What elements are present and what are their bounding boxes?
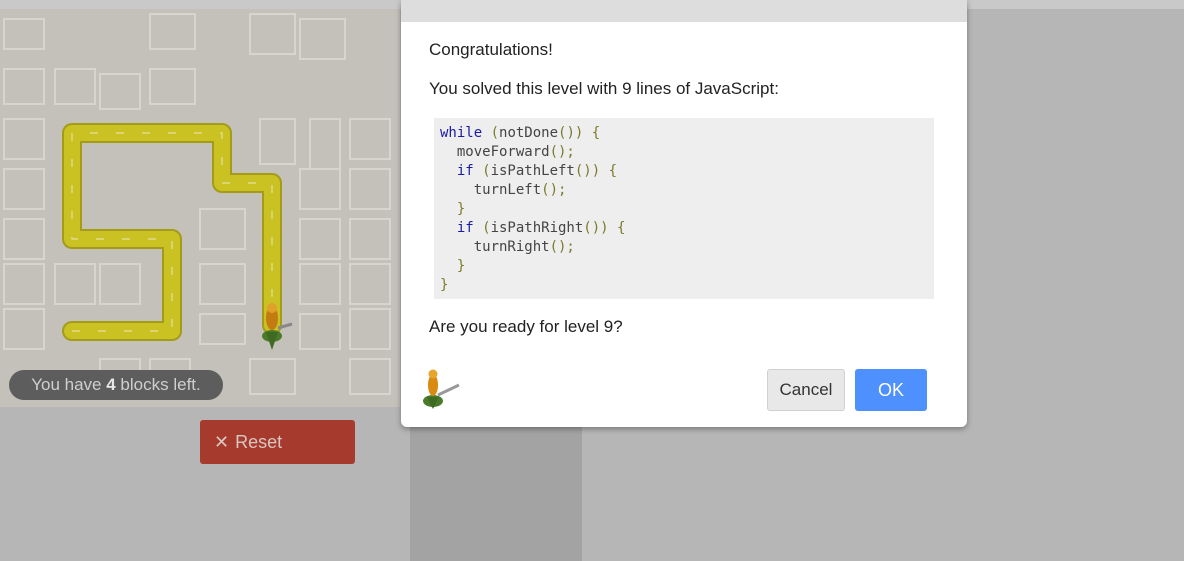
blocks-left-prefix: You have [31, 375, 107, 394]
code-punct: ()) { [574, 163, 618, 179]
code-punct: ( [473, 220, 491, 236]
blocks-left-count: 4 [106, 375, 116, 394]
code-punct: (); [541, 182, 567, 198]
code-keyword: if [456, 220, 474, 236]
solved-text: You solved this level with 9 lines of Ja… [429, 79, 779, 98]
code-keyword: if [456, 163, 474, 179]
code-keyword: while [440, 125, 483, 141]
reset-button[interactable]: ✕ Reset [200, 420, 355, 464]
code-line: } [440, 276, 928, 295]
code-function: turnLeft [473, 182, 542, 198]
code-line: } [440, 200, 928, 219]
code-punct: ( [482, 125, 500, 141]
code-line: while (notDone()) { [440, 124, 928, 143]
code-punct: } [440, 277, 449, 293]
code-function: turnRight [473, 239, 550, 255]
code-punct: (); [549, 144, 575, 160]
close-icon: ✕ [214, 432, 230, 452]
code-line: turnLeft(); [440, 181, 928, 200]
pegman-icon [423, 369, 460, 409]
congrats-text: Congratulations! [429, 40, 553, 59]
code-line: if (isPathRight()) { [440, 219, 928, 238]
ok-button[interactable]: OK [855, 369, 927, 411]
code-punct: (); [549, 239, 575, 255]
code-line: turnRight(); [440, 238, 928, 257]
maze-map [3, 13, 391, 395]
code-function: isPathLeft [490, 163, 575, 179]
blocks-left-suffix: blocks left. [115, 375, 201, 394]
blocks-left-indicator: You have 4 blocks left. [9, 370, 223, 400]
ready-text: Are you ready for level 9? [429, 317, 623, 336]
code-function: moveForward [456, 144, 550, 160]
code-line: moveForward(); [440, 143, 928, 162]
cancel-button[interactable]: Cancel [767, 369, 845, 411]
code-line: if (isPathLeft()) { [440, 162, 928, 181]
code-line: } [440, 257, 928, 276]
code-punct: ()) { [558, 125, 601, 141]
dialog-header [401, 0, 967, 22]
code-listing: while (notDone()) { moveForward(); if (i… [434, 118, 934, 299]
maze-canvas [0, 9, 400, 407]
reset-label: Reset [235, 432, 283, 452]
code-function: notDone [499, 125, 559, 141]
code-punct: } [456, 201, 466, 217]
code-punct: ( [473, 163, 491, 179]
code-function: isPathRight [490, 220, 584, 236]
code-punct: ()) { [583, 220, 626, 236]
code-punct: } [456, 258, 466, 274]
congratulations-dialog: Congratulations! You solved this level w… [401, 0, 967, 427]
